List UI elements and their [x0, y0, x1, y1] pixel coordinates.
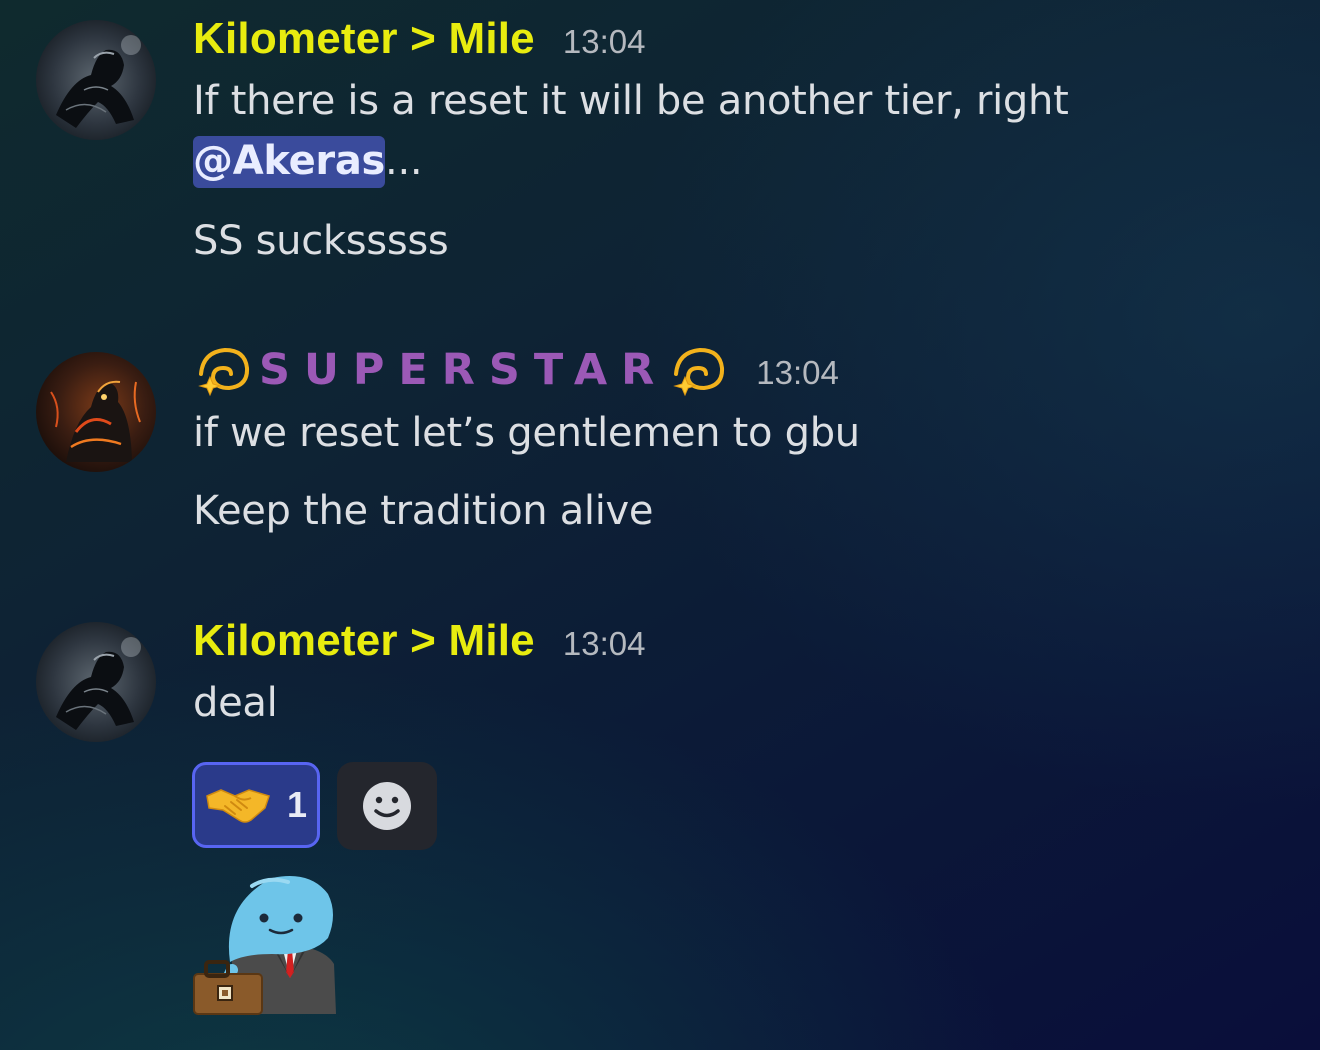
timestamp: 13:04 [756, 354, 839, 391]
spider-avatar-icon [36, 20, 156, 140]
spider-avatar-icon [36, 622, 156, 742]
user-avatar[interactable] [36, 622, 156, 742]
reaction-handshake[interactable]: 1 [192, 762, 320, 848]
username[interactable]: Kilometer > Mile [193, 616, 535, 666]
message-text: if we reset let’s gentlemen to gbu [193, 410, 860, 456]
message-text: If there is a reset it will be another t… [193, 78, 1069, 124]
user-avatar[interactable] [36, 20, 156, 140]
blob-businessman-sticker-image [193, 876, 336, 1015]
message-header: Kilometer > Mile 13:04 [193, 14, 645, 64]
fire-warrior-avatar-icon [36, 352, 156, 472]
dizzy-icon [193, 340, 253, 400]
username[interactable]: SUPERSTAR [259, 345, 668, 395]
reaction-count: 1 [286, 784, 308, 825]
message-header: SUPERSTAR 13:04 [193, 340, 839, 400]
message-text-continued: @Akeras... [193, 136, 423, 188]
timestamp: 13:04 [562, 23, 646, 60]
message-header: Kilometer > Mile 13:04 [193, 616, 645, 666]
user-mention[interactable]: @Akeras [193, 136, 385, 188]
username[interactable]: Kilometer > Mile [193, 14, 535, 64]
blob-businessman-sticker[interactable] [192, 874, 338, 1016]
add-reaction-button[interactable] [337, 762, 437, 850]
dizzy-icon [668, 340, 728, 400]
user-avatar[interactable] [36, 352, 156, 472]
handshake-icon [206, 789, 270, 823]
message-text: deal [193, 680, 278, 726]
message-text: SS sucksssss [193, 218, 449, 264]
smiley-add-reaction-icon [363, 782, 411, 830]
message-text: Keep the tradition alive [193, 488, 654, 534]
timestamp: 13:04 [562, 625, 646, 662]
message-text-part: If there is a reset it will be another t… [193, 78, 1069, 124]
ellipsis-text: ... [385, 138, 423, 184]
